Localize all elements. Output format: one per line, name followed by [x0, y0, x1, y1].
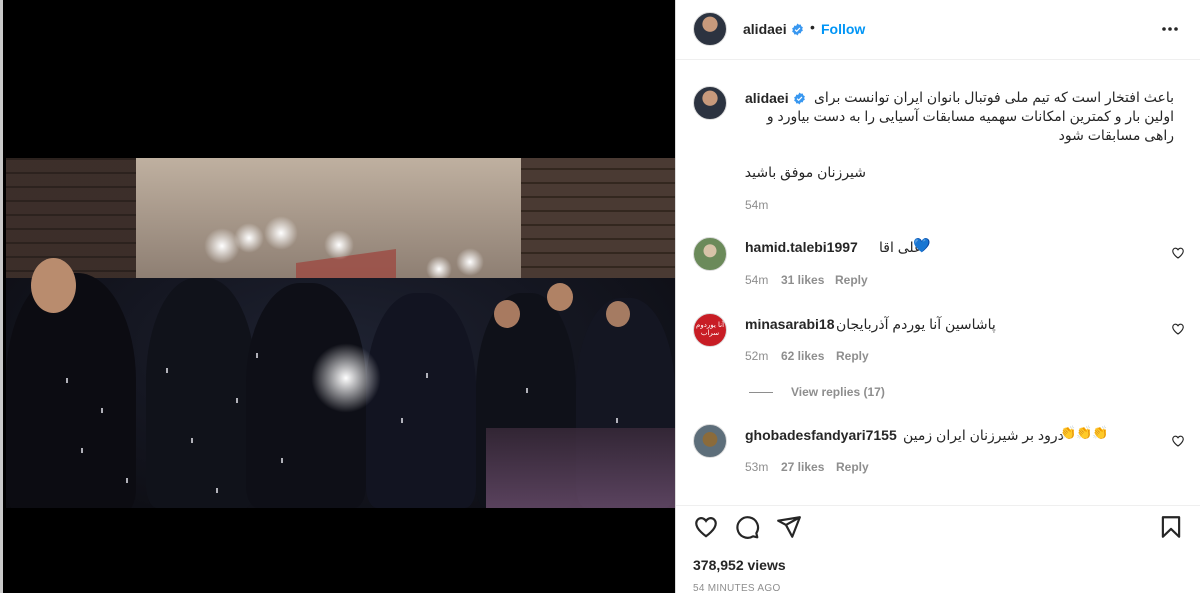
- caption-line: راهی مسابقات شود: [1058, 127, 1174, 143]
- comment-time[interactable]: 52m: [745, 349, 768, 363]
- video-scene-confetti: [101, 408, 103, 413]
- video-scene-person: [366, 293, 476, 508]
- comment-item: hamid.talebi1997 علی اقا 💙 54m 31 likes …: [676, 232, 1200, 292]
- blue-heart-emoji: 💙: [913, 238, 931, 254]
- caption-author-avatar[interactable]: [693, 86, 727, 120]
- author-username[interactable]: alidaei: [743, 21, 787, 37]
- commenter-avatar[interactable]: [693, 237, 727, 271]
- comment-text: درود بر شیرزنان ایران زمین: [903, 427, 1064, 443]
- comment-item: آنا یوردوم سراب minasarabi18 پاشاسین آنا…: [676, 308, 1200, 408]
- comment-likes[interactable]: 62 likes: [781, 349, 824, 363]
- commenter-username[interactable]: ghobadesfandyari7155: [745, 427, 897, 443]
- more-icon[interactable]: [1161, 24, 1179, 34]
- post-actions: 378,952 views 54 MINUTES AGO: [676, 505, 1200, 593]
- video-scene-confetti: [256, 353, 258, 358]
- video-scene-light: [264, 216, 298, 250]
- video-scene-light: [234, 223, 264, 253]
- video-scene-confetti: [526, 388, 528, 393]
- reply-button[interactable]: Reply: [836, 349, 869, 363]
- video-scene-confetti: [66, 378, 68, 383]
- author-avatar[interactable]: [693, 12, 727, 46]
- comment-like-icon[interactable]: [1171, 246, 1185, 260]
- comment-icon[interactable]: [734, 514, 760, 540]
- comment-text: پاشاسین آنا یوردم آذربایجان: [836, 316, 996, 332]
- comment-time[interactable]: 53m: [745, 460, 768, 474]
- video-scene-confetti: [81, 448, 83, 453]
- video-scene-face: [31, 258, 76, 313]
- follow-button[interactable]: Follow: [821, 21, 865, 37]
- comment-time[interactable]: 54m: [745, 273, 768, 287]
- bookmark-icon[interactable]: [1158, 514, 1184, 540]
- video-scene-confetti: [166, 368, 168, 373]
- verified-badge-icon: [792, 23, 803, 36]
- caption-line: باعث افتخار است که تیم ملی فوتبال بانوان…: [813, 89, 1174, 105]
- share-icon[interactable]: [776, 514, 802, 540]
- reply-button[interactable]: Reply: [835, 273, 868, 287]
- video-scene-confetti: [236, 398, 238, 403]
- video-scene-confetti: [426, 373, 428, 378]
- avatar-logo-text: آنا یوردوم سراب: [695, 321, 725, 337]
- commenter-username[interactable]: minasarabi18: [745, 316, 835, 332]
- video-scene-person: [146, 278, 256, 508]
- video-scene-confetti: [191, 438, 193, 443]
- video-pane[interactable]: [0, 0, 675, 593]
- post-sidebar: alidaei • Follow alidaei باعث افتخار است…: [675, 0, 1200, 593]
- commenter-avatar[interactable]: [693, 424, 727, 458]
- caption-timestamp[interactable]: 54m: [745, 198, 768, 212]
- video-scene-confetti: [281, 458, 283, 463]
- video-scene-confetti: [126, 478, 128, 483]
- heart-icon[interactable]: [693, 514, 719, 540]
- view-replies-button[interactable]: View replies (17): [791, 385, 885, 399]
- verified-badge-icon: [794, 92, 805, 105]
- video-scene-light: [456, 248, 484, 276]
- view-count[interactable]: 378,952 views: [693, 557, 786, 573]
- caption-line: اولین بار و کمترین امکانات سهمیه مسابقات…: [766, 108, 1174, 124]
- separator-dot: •: [810, 19, 815, 35]
- post-timestamp[interactable]: 54 MINUTES AGO: [693, 583, 781, 593]
- clapping-hands-emoji: 👏👏👏: [1060, 426, 1109, 441]
- caption-line: شیرزنان موفق باشید: [744, 164, 866, 180]
- reply-button[interactable]: Reply: [836, 460, 869, 474]
- post-header: alidaei • Follow: [676, 0, 1200, 60]
- video-scene-confetti: [616, 418, 618, 423]
- comment-likes[interactable]: 27 likes: [781, 460, 824, 474]
- video-player[interactable]: [6, 158, 675, 508]
- view-replies-line: [749, 392, 773, 393]
- comment-like-icon[interactable]: [1171, 434, 1185, 448]
- video-scene-confetti: [401, 418, 403, 423]
- commenter-username[interactable]: hamid.talebi1997: [745, 239, 858, 255]
- comment-likes[interactable]: 31 likes: [781, 273, 824, 287]
- video-scene-person: [6, 273, 136, 508]
- video-scene-face: [547, 283, 573, 311]
- video-scene-phone-flash: [311, 343, 381, 413]
- comment-item: ghobadesfandyari7155 درود بر شیرزنان ایر…: [676, 420, 1200, 480]
- video-scene-confetti: [216, 488, 218, 493]
- video-scene-face: [494, 300, 520, 328]
- caption-author-username[interactable]: alidaei: [745, 90, 789, 106]
- commenter-avatar[interactable]: آنا یوردوم سراب: [693, 313, 727, 347]
- video-scene-face: [606, 301, 630, 327]
- video-scene-table: [486, 428, 675, 508]
- comment-like-icon[interactable]: [1171, 322, 1185, 336]
- video-scene-light: [324, 230, 354, 260]
